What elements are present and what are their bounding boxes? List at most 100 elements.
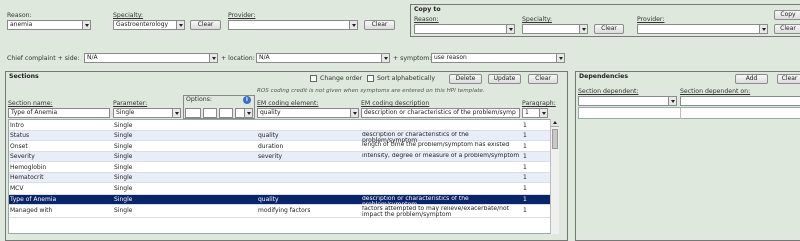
chevron-down-icon[interactable] bbox=[759, 25, 767, 33]
edit-em-select[interactable]: quality bbox=[257, 108, 359, 118]
clear-provider-button[interactable]: Clear bbox=[364, 20, 395, 30]
chevron-down-icon[interactable] bbox=[82, 21, 90, 29]
specialty-value: Gastroenterology bbox=[116, 21, 169, 28]
row-parameter: Single bbox=[114, 184, 133, 192]
sections-clear-button[interactable]: Clear bbox=[528, 74, 558, 84]
row-em-element: duration bbox=[258, 142, 284, 150]
table-row[interactable]: Hemoglobin Single 1 bbox=[9, 162, 551, 173]
chevron-down-icon[interactable] bbox=[209, 54, 217, 62]
chevron-down-icon[interactable] bbox=[556, 54, 564, 62]
chevron-down-icon[interactable] bbox=[381, 54, 389, 62]
table-row[interactable]: Onset Single duration length of time the pr… bbox=[9, 141, 551, 152]
dependencies-clear-button[interactable]: Clear bbox=[777, 74, 800, 84]
table-row[interactable]: Status Single quality description or charac… bbox=[9, 130, 551, 143]
row-paragraph: 1 bbox=[523, 206, 527, 214]
location-select[interactable]: N/A bbox=[256, 53, 390, 63]
table-row[interactable]: Severity Single severity intensity, degree … bbox=[9, 151, 551, 162]
chevron-down-icon[interactable] bbox=[539, 109, 547, 117]
copy-provider-select[interactable] bbox=[637, 24, 768, 34]
section-dependent-on-select[interactable] bbox=[680, 96, 800, 106]
specialty-select[interactable]: Gastroenterology bbox=[113, 20, 185, 30]
row-parameter: Single bbox=[114, 121, 133, 129]
copy-specialty-label: Specialty: bbox=[522, 16, 553, 23]
col-em-element: EM coding element: bbox=[257, 100, 319, 107]
row-em-description: intensity, degree or measure of a proble… bbox=[362, 152, 520, 159]
option-box-3[interactable] bbox=[219, 108, 233, 118]
update-button[interactable]: Update bbox=[488, 74, 521, 84]
option-box-2[interactable] bbox=[203, 108, 217, 118]
reason-label: Reason: bbox=[7, 12, 32, 19]
row-parameter: Single bbox=[114, 196, 133, 203]
copy-clear-specialty-button[interactable]: Clear bbox=[594, 24, 624, 34]
sections-title: Sections bbox=[9, 73, 39, 80]
row-section-name: Severity bbox=[10, 153, 35, 160]
specialty-label: Specialty: bbox=[113, 12, 144, 19]
scroll-thumb[interactable] bbox=[552, 129, 558, 149]
col-section-dependent-on: Section dependent on: bbox=[680, 88, 751, 95]
options-label: Options: bbox=[186, 96, 212, 103]
copy-reason-select[interactable] bbox=[414, 24, 515, 34]
chevron-down-icon[interactable] bbox=[579, 25, 587, 33]
change-order-label: Change order bbox=[320, 75, 363, 82]
table-row[interactable]: MCV Single 1 bbox=[9, 183, 551, 195]
row-paragraph: 1 bbox=[523, 132, 527, 139]
chevron-down-icon[interactable] bbox=[176, 21, 184, 29]
chief-complaint-select[interactable]: N/A bbox=[84, 53, 218, 63]
provider-label: Provider: bbox=[228, 12, 256, 19]
add-dependency-button[interactable]: Add bbox=[735, 74, 768, 84]
table-row[interactable]: Type of Anemia Single quality description o… bbox=[9, 194, 551, 207]
table-row[interactable]: Intro Single 1 bbox=[9, 120, 551, 131]
copy-specialty-select[interactable] bbox=[522, 24, 588, 34]
chevron-down-icon[interactable] bbox=[244, 109, 252, 117]
row-em-element: quality bbox=[258, 132, 279, 139]
row-paragraph: 1 bbox=[523, 196, 527, 203]
row-em-element: severity bbox=[258, 153, 283, 160]
edit-paragraph-select[interactable]: 1 bbox=[522, 108, 548, 118]
row-section-name: Type of Anemia bbox=[10, 196, 57, 203]
chevron-down-icon[interactable] bbox=[172, 109, 180, 117]
option-box-4[interactable] bbox=[235, 108, 253, 118]
chevron-down-icon[interactable] bbox=[668, 97, 676, 105]
chevron-down-icon[interactable] bbox=[349, 21, 357, 29]
ros-note: ROS coding credit is not given when symp… bbox=[257, 88, 485, 94]
row-section-name: Managed with bbox=[10, 206, 53, 214]
location-label: + location: bbox=[221, 55, 255, 62]
sort-alpha-checkbox[interactable] bbox=[367, 75, 374, 82]
row-section-name: Onset bbox=[10, 142, 28, 150]
section-dependent-select[interactable] bbox=[578, 96, 677, 106]
chevron-down-icon[interactable] bbox=[350, 109, 358, 117]
row-paragraph: 1 bbox=[523, 153, 527, 160]
copy-clear-provider-button[interactable]: Clear bbox=[774, 24, 800, 34]
change-order-checkbox[interactable] bbox=[310, 75, 317, 82]
col-paragraph: Paragraph: bbox=[522, 100, 556, 107]
row-paragraph: 1 bbox=[523, 163, 527, 171]
scroll-up-icon[interactable] bbox=[551, 119, 559, 127]
table-row[interactable]: Managed with Single modifying factors facto… bbox=[9, 205, 551, 218]
info-icon[interactable]: i bbox=[243, 96, 251, 104]
row-parameter: Single bbox=[114, 174, 133, 181]
row-parameter: Single bbox=[114, 153, 133, 160]
chevron-down-icon[interactable] bbox=[506, 25, 514, 33]
edit-em-description[interactable]: description or characteristics of the pr… bbox=[361, 108, 520, 118]
row-parameter: Single bbox=[114, 132, 133, 139]
option-box-1[interactable] bbox=[185, 108, 201, 118]
copy-reason-label: Reason: bbox=[414, 16, 439, 23]
copy-button[interactable]: Copy bbox=[774, 10, 800, 20]
row-em-description: factors attempted to may relieve/exacerb… bbox=[362, 206, 509, 219]
row-paragraph: 1 bbox=[523, 174, 527, 181]
dependencies-list bbox=[578, 107, 800, 119]
edit-parameter-select[interactable]: Single bbox=[113, 108, 181, 118]
row-em-description: length of time the problem/symptom has e… bbox=[362, 142, 510, 148]
provider-select[interactable] bbox=[228, 20, 358, 30]
clear-specialty-button[interactable]: Clear bbox=[190, 20, 221, 30]
symptom-select[interactable]: use reason bbox=[431, 53, 565, 63]
row-section-name: Hemoglobin bbox=[10, 163, 47, 171]
chief-complaint-label: Chief complaint + side: bbox=[7, 55, 80, 62]
reason-select[interactable]: anemia bbox=[7, 20, 91, 30]
row-section-name: Intro bbox=[10, 121, 24, 129]
row-parameter: Single bbox=[114, 206, 133, 214]
edit-section-name[interactable]: Type of Anemia bbox=[8, 108, 110, 118]
scrollbar[interactable] bbox=[550, 119, 559, 234]
delete-button[interactable]: Delete bbox=[449, 74, 482, 84]
table-row[interactable]: Hematocrit Single 1 bbox=[9, 172, 551, 183]
